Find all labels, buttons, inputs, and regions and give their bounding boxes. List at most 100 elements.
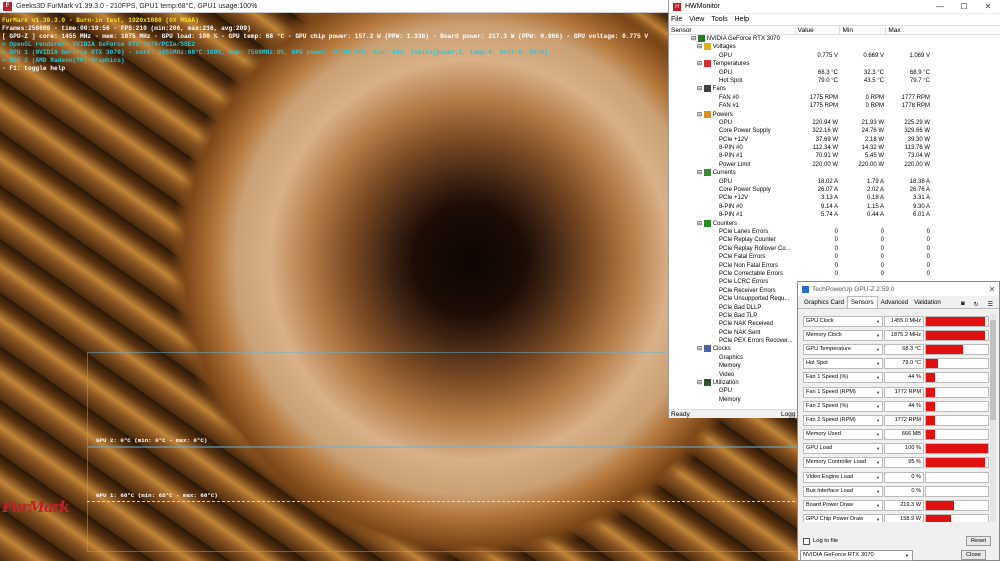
sensor-group-row[interactable]: ⊟ Fans — [669, 85, 1000, 93]
collapse-icon[interactable]: ⊟ — [697, 112, 704, 118]
menu-file[interactable]: File — [671, 16, 682, 23]
sensor-row[interactable]: PCIe Replay Rollover Co... 0 0 0 — [669, 245, 1000, 253]
sensor-label-dropdown[interactable]: Memory Used — [803, 429, 883, 441]
sensor-row[interactable]: GPU 68.3 °C 32.3 °C 68.9 °C — [669, 69, 1000, 77]
sensor-row[interactable]: PCIe +12V 3.13 A 0.18 A 3.31 A — [669, 194, 1000, 202]
sensor-label: PCIe Fatal Errors — [719, 254, 766, 261]
sensor-label-dropdown[interactable]: Fan 2 Speed (%) — [803, 400, 883, 412]
sensor-label-dropdown[interactable]: GPU Chip Power Draw — [803, 514, 883, 522]
col-min[interactable]: Min — [840, 26, 887, 34]
reset-button[interactable]: Reset — [965, 536, 991, 546]
sensor-name: ⊟ Fans — [669, 85, 796, 93]
sensor-name: PCIe +12V — [669, 194, 796, 202]
device-row[interactable]: ⊟ NVIDIA GeForce RTX 3070 — [669, 35, 1000, 43]
sensor-name: ⊟ Counters — [669, 219, 796, 228]
col-sensor[interactable]: Sensor — [669, 26, 796, 34]
col-value[interactable]: Value — [796, 26, 841, 34]
col-max[interactable]: Max — [886, 26, 1000, 34]
sensor-label-dropdown[interactable]: Bus Interface Load — [803, 485, 883, 497]
menu-view[interactable]: View — [689, 16, 704, 23]
close-icon[interactable]: ✕ — [985, 285, 999, 294]
sensor-row[interactable]: Core Power Supply 26.07 A 2.02 A 26.76 A — [669, 186, 1000, 194]
sensor-group-row[interactable]: ⊟ Voltages — [669, 43, 1000, 51]
minimize-icon[interactable]: — — [928, 2, 952, 11]
sensor-name: Video — [669, 371, 796, 379]
sensor-row[interactable]: GPU 0.775 V 0.669 V 1.069 V — [669, 52, 1000, 60]
hwmonitor-titlebar[interactable]: H HWMonitor — ☐ ✕ — [669, 0, 1000, 14]
sensor-row[interactable]: GPU 18.02 A 1.79 A 18.38 A — [669, 178, 1000, 186]
furmark-titlebar[interactable]: F Geeks3D FurMark v1.39.3.0 - 210FPS, GP… — [0, 0, 668, 13]
overlay-line: - F1: toggle help — [2, 65, 66, 72]
sensor-row[interactable]: FAN #1 1775 RPM 0 RPM 1778 RPM — [669, 102, 1000, 110]
sensor-max: 113.76 W — [904, 145, 930, 152]
sensor-row[interactable]: PCIe Fatal Errors 0 0 0 — [669, 253, 1000, 261]
sensor-label-dropdown[interactable]: GPU Load — [803, 443, 883, 455]
collapse-icon[interactable]: ⊟ — [697, 170, 704, 176]
sensor-row[interactable]: 8-PIN #1 70.91 W 5.45 W 73.04 W — [669, 152, 1000, 160]
log-to-file-checkbox[interactable] — [803, 537, 810, 545]
sensor-group-row[interactable]: ⊟ Counters — [669, 219, 1000, 228]
hwmonitor-menubar: File View Tools Help — [669, 14, 1000, 25]
sensor-label-dropdown[interactable]: Board Power Draw — [803, 500, 883, 512]
collapse-icon[interactable]: ⊟ — [697, 61, 704, 67]
sensor-group-row[interactable]: ⊟ Currents — [669, 169, 1000, 177]
sensor-label-dropdown[interactable]: Memory Clock — [803, 329, 883, 341]
sensor-row[interactable]: 8-PIN #0 112.34 W 14.32 W 113.76 W — [669, 144, 1000, 152]
sensor-group-row[interactable]: ⊟ Temperatures — [669, 60, 1000, 68]
sensor-row[interactable]: PCIe Lanes Errors 0 0 0 — [669, 228, 1000, 236]
sensor-label-dropdown[interactable]: Hot Spot — [803, 358, 883, 370]
tab-advanced[interactable]: Advanced — [878, 297, 912, 308]
hwmonitor-app-icon: H — [673, 2, 681, 11]
gpuz-scrollbar[interactable] — [990, 314, 996, 522]
sensor-min: 5.45 W — [864, 153, 884, 160]
sensor-label-dropdown[interactable]: GPU Temperature — [803, 343, 883, 355]
sensor-label-dropdown[interactable]: Fan 2 Speed (RPM) — [803, 414, 883, 426]
collapse-icon[interactable]: ⊟ — [697, 44, 704, 50]
menu-tools[interactable]: Tools — [711, 16, 727, 23]
maximize-icon[interactable]: ☐ — [952, 2, 976, 11]
sensor-row[interactable]: FAN #0 1775 RPM 0 RPM 1777 RPM — [669, 94, 1000, 102]
sensor-label-dropdown[interactable]: Fan 1 Speed (%) — [803, 372, 883, 384]
sensor-row[interactable]: Core Power Supply 322.16 W 24.76 W 329.66 W — [669, 127, 1000, 135]
sensor-row[interactable]: GPU 220.94 W 21.93 W 225.29 W — [669, 119, 1000, 127]
sensor-max: 0 — [926, 262, 930, 269]
sensor-row[interactable]: PCIe +12V 37.69 W 2.18 W 39.30 W — [669, 136, 1000, 144]
collapse-icon[interactable]: ⊟ — [697, 86, 704, 92]
sensor-row[interactable]: Hot Spot 79.0 °C 43.5 °C 79.7 °C — [669, 77, 1000, 85]
sensor-row[interactable]: Power Limit 220.00 W 220.00 W 220.00 W — [669, 161, 1000, 169]
gpuz-titlebar[interactable]: TechPowerUp GPU-Z 2.59.0 ✕ — [798, 282, 999, 296]
menu-icon[interactable]: ☰ — [985, 299, 996, 310]
sensor-value: 0 % — [884, 485, 924, 497]
device-select[interactable]: NVIDIA GeForce RTX 3070 — [800, 550, 913, 561]
sensor-row[interactable]: 8-PIN #0 9.14 A 1.15 A 9.30 A — [669, 203, 1000, 211]
scrollbar-thumb[interactable] — [990, 320, 996, 420]
sensor-label-dropdown[interactable]: Fan 1 Speed (RPM) — [803, 386, 883, 398]
close-button[interactable]: Close — [961, 550, 986, 560]
close-icon[interactable]: ✕ — [976, 2, 1000, 11]
sensor-row[interactable]: PCIe Replay Counter 0 0 0 — [669, 236, 1000, 244]
refresh-icon[interactable]: ↻ — [971, 299, 982, 310]
menu-help[interactable]: Help — [735, 16, 749, 23]
sensor-row[interactable]: 8-PIN #1 5.74 A 0.44 A 6.01 A — [669, 211, 1000, 219]
tab-sensors[interactable]: Sensors — [846, 296, 878, 308]
sensor-value: 100 % — [884, 443, 924, 455]
sensor-group-row[interactable]: ⊟ Powers — [669, 110, 1000, 119]
tab-graphics-card[interactable]: Graphics Card — [801, 297, 847, 308]
tab-validation[interactable]: Validation — [911, 297, 944, 308]
sensor-value: 5.74 A — [820, 212, 838, 219]
collapse-icon[interactable]: ⊟ — [697, 221, 704, 227]
collapse-icon[interactable]: ⊟ — [691, 36, 698, 42]
sensor-label-dropdown[interactable]: Memory Controller Load — [803, 457, 883, 469]
sensor-label-dropdown[interactable]: GPU Clock — [803, 315, 883, 327]
collapse-icon[interactable]: ⊟ — [697, 380, 704, 386]
sensor-row[interactable]: PCIe Non Fatal Errors 0 0 0 — [669, 262, 1000, 270]
sensor-max: 0 — [926, 270, 930, 277]
sensor-label-dropdown[interactable]: Video Engine Load — [803, 471, 883, 483]
overlay-line: Frames:258609 - time:00:19:56 - FPS:210 … — [2, 25, 251, 32]
sensor-min: 0.44 A — [866, 212, 884, 219]
collapse-icon[interactable]: ⊟ — [697, 347, 704, 353]
gpuz-title: TechPowerUp GPU-Z 2.59.0 — [812, 285, 895, 293]
sensor-min — [841, 85, 887, 93]
camera-icon[interactable]: ◙ — [958, 299, 968, 310]
sensor-row[interactable]: PCIe Correctable Errors 0 0 0 — [669, 270, 1000, 278]
